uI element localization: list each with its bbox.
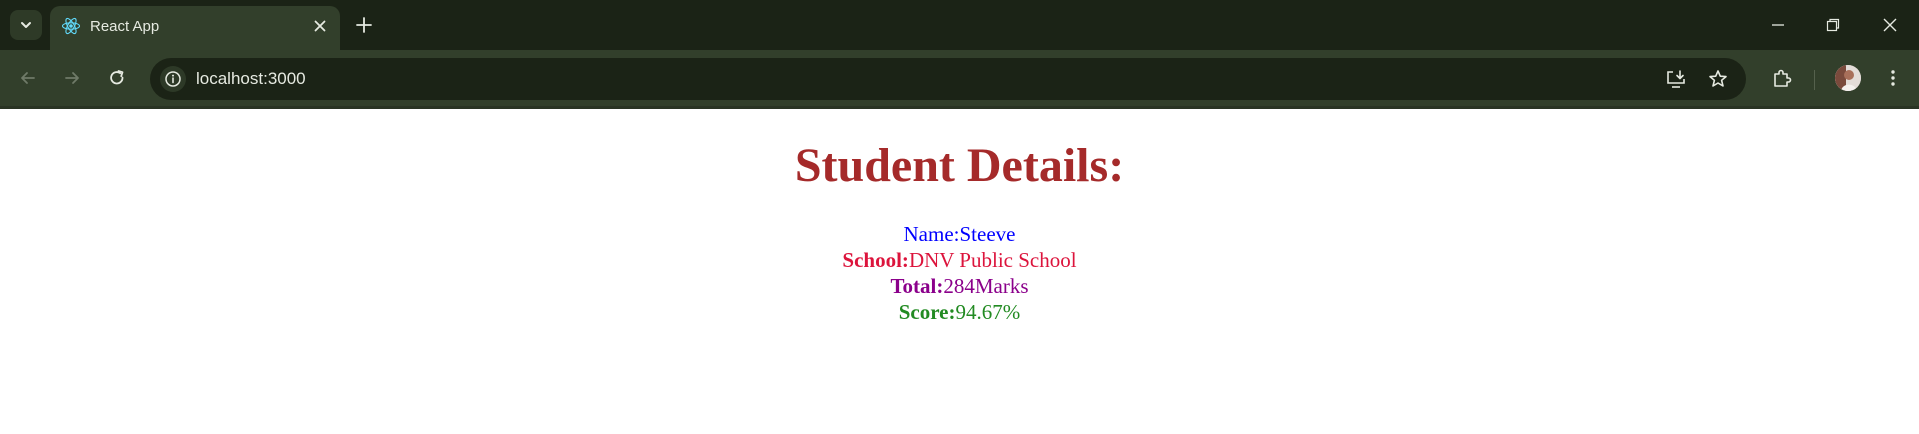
site-info-button[interactable]	[160, 66, 186, 92]
puzzle-icon	[1774, 69, 1792, 87]
url-text[interactable]: localhost:3000	[196, 69, 306, 89]
score-row: Score:94.67%	[0, 299, 1919, 325]
browser-toolbar: localhost:3000	[0, 50, 1919, 109]
arrow-right-icon	[65, 72, 79, 84]
name-label: Name:	[903, 222, 960, 247]
address-bar[interactable]: localhost:3000	[150, 58, 1746, 100]
restore-button[interactable]	[1820, 12, 1846, 38]
name-value: Steeve	[959, 222, 1016, 247]
avatar[interactable]	[1835, 65, 1861, 91]
school-value: DNV Public School	[908, 248, 1077, 273]
forward-button[interactable]	[58, 64, 86, 92]
bookmark-button[interactable]	[1707, 68, 1729, 90]
kebab-menu-icon	[1891, 70, 1895, 86]
total-label: Total:	[890, 274, 944, 299]
school-row: School:DNV Public School	[0, 247, 1919, 273]
reload-icon	[110, 70, 124, 85]
install-app-button[interactable]	[1665, 68, 1687, 90]
student-details: Name:Steeve School:DNV Public School Tot…	[0, 221, 1919, 325]
page-title: Student Details:	[794, 139, 1125, 192]
install-app-icon	[1667, 70, 1685, 88]
tab-strip: React App	[0, 0, 1919, 50]
restore-icon	[1826, 18, 1840, 32]
tab-title: React App	[90, 18, 160, 35]
info-icon	[165, 71, 181, 87]
tab-search-button[interactable]	[10, 10, 42, 40]
close-window-button[interactable]	[1877, 12, 1903, 38]
score-label: Score:	[898, 300, 956, 325]
reload-button[interactable]	[103, 64, 131, 92]
chevron-down-icon	[21, 22, 31, 28]
total-value: 284Marks	[943, 274, 1029, 299]
browser-menu-button[interactable]	[1880, 65, 1906, 91]
active-tab[interactable]: React App	[50, 6, 340, 50]
plus-icon[interactable]	[354, 15, 374, 35]
toolbar-divider	[1814, 70, 1815, 90]
profile-photo	[1835, 65, 1861, 91]
minimize-button[interactable]	[1765, 12, 1791, 38]
minimize-icon	[1772, 24, 1784, 26]
arrow-left-icon	[21, 72, 35, 84]
school-label: School:	[842, 248, 909, 273]
score-value: 94.67%	[955, 300, 1021, 325]
extensions-button[interactable]	[1769, 65, 1795, 91]
page-content: Student Details: Name:Steeve School:DNV …	[0, 109, 1919, 434]
react-logo-icon	[61, 17, 81, 35]
close-icon	[1883, 18, 1897, 32]
total-row: Total:284Marks	[0, 273, 1919, 299]
back-button[interactable]	[14, 64, 42, 92]
name-row: Name:Steeve	[0, 221, 1919, 247]
close-icon[interactable]	[312, 18, 328, 34]
star-icon	[1709, 70, 1727, 87]
